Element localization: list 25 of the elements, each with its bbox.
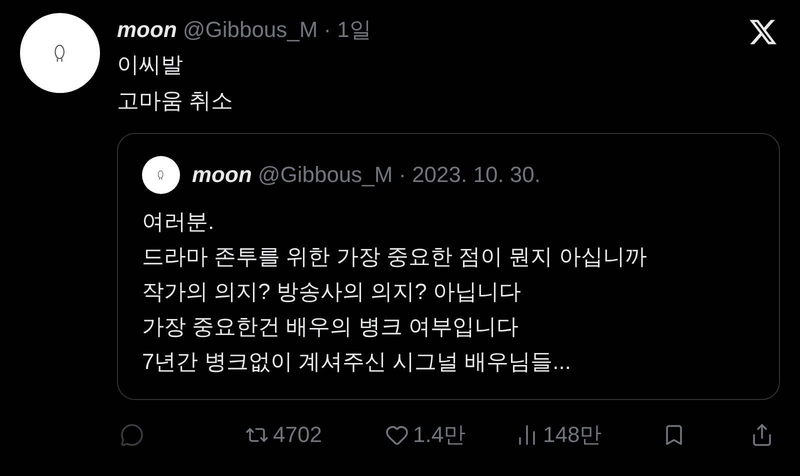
quoted-post-card[interactable]: moon @Gibbous_M · 2023. 10. 30. 여러분. 드라마 존투를 위한 가장 중요한 점이 뭔지 아십니까 작가의 의지? 방송사의 의지? 아닙니다 가장 중요한건 배우의 병크 여부입니다 7년간 병크없이 계셔주신 시그널 배우님들... [117, 133, 780, 400]
bird-figure-icon [157, 169, 165, 181]
quoted-text-line: 작가의 의지? 방송사의 의지? 아닙니다 [142, 278, 522, 306]
separator-dot: · [398, 160, 406, 189]
quoted-text-line: 7년간 병크없이 계셔주신 시그널 배우님들... [142, 348, 572, 376]
quoted-text-line: 드라마 존투를 위한 가장 중요한 점이 뭔지 아십니까 [142, 243, 648, 271]
repost-button[interactable]: 4702 [245, 422, 385, 448]
quoted-text-line: 가장 중요한건 배우의 병크 여부입니다 [142, 313, 520, 341]
bird-figure-icon [53, 42, 67, 64]
author-name[interactable]: moon [117, 16, 177, 44]
views-button[interactable]: 148만 [515, 420, 662, 450]
post-date: 2023. 10. 30. [412, 160, 541, 189]
author-name: moon [192, 160, 252, 189]
post-text-line: 고마움 취소 [117, 87, 234, 115]
speech-bubble-icon [120, 423, 144, 447]
author-handle: @Gibbous_M [258, 160, 393, 189]
share-icon [750, 423, 774, 447]
post-time: 1일 [337, 16, 372, 44]
separator-dot: · [324, 16, 332, 44]
post-text-line: 이씨발 [117, 51, 184, 79]
author-handle[interactable]: @Gibbous_M [182, 16, 318, 44]
heart-icon [385, 423, 409, 447]
quoted-text-line: 여러분. [142, 208, 216, 236]
like-button[interactable]: 1.4만 [385, 420, 515, 450]
avatar[interactable] [142, 156, 180, 194]
